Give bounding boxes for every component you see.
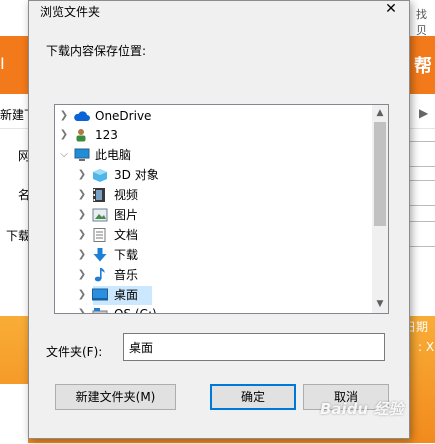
download-path-field-partial[interactable]	[409, 221, 435, 247]
tree-item-music[interactable]: ❯ 音乐	[55, 265, 372, 285]
tree-item-downloads[interactable]: ❯ 下载	[55, 245, 372, 265]
tree-item-pictures[interactable]: ❯ 图片	[55, 205, 372, 225]
url-field-partial[interactable]	[409, 141, 435, 167]
chevron-right-icon[interactable]: ❯	[59, 125, 69, 145]
chevron-right-icon[interactable]: ❯	[77, 245, 87, 265]
tree-item-label: 视频	[114, 188, 139, 202]
tree-item-label: 音乐	[114, 268, 139, 282]
tree-item-user[interactable]: ❯ 123	[55, 125, 372, 145]
banner-help-text[interactable]: 帮	[414, 52, 432, 78]
download-arrow-icon	[92, 248, 108, 262]
footer-blank-area	[0, 384, 28, 444]
tree-item-videos[interactable]: ❯ 视频	[55, 185, 372, 205]
tree-item-label: OS (C:)	[114, 307, 157, 314]
user-icon	[74, 128, 90, 142]
dialog-prompt: 下载内容保存位置:	[46, 44, 147, 58]
new-folder-button[interactable]: 新建文件夹(M)	[55, 384, 176, 410]
chevron-right-icon[interactable]: ❯	[77, 165, 87, 185]
scroll-up-arrow-icon[interactable]: ▲	[372, 105, 388, 121]
tree-item-onedrive[interactable]: ❯ OneDrive	[55, 106, 372, 126]
tree-item-label: 文档	[114, 228, 139, 242]
chevron-right-icon[interactable]: ❯	[77, 205, 87, 225]
chevron-right-icon[interactable]: ❯	[77, 304, 87, 313]
folder-label: 文件夹(F):	[46, 345, 103, 359]
search-text-partial[interactable]: 找贝	[416, 6, 435, 38]
chevron-right-icon[interactable]: ❯	[59, 106, 69, 126]
computer-icon	[74, 148, 90, 162]
tree-item-label: 123	[95, 128, 118, 142]
picture-icon	[92, 208, 108, 222]
tab-more[interactable]: ▶	[419, 106, 428, 120]
ok-button[interactable]: 确定	[210, 384, 296, 410]
folder-input[interactable]	[123, 333, 385, 361]
tree-item-os-drive[interactable]: ❯ OS (C:)	[55, 304, 372, 314]
chevron-right-icon[interactable]: ❯	[77, 265, 87, 285]
cube-icon	[92, 168, 108, 182]
tree-item-label: 此电脑	[95, 148, 132, 162]
tree-scrollbar[interactable]: ▲ ▼	[372, 105, 388, 313]
tree-item-label: 3D 对象	[114, 168, 159, 182]
tree-item-desktop[interactable]: ❯ 桌面	[55, 285, 372, 305]
name-field-partial[interactable]	[409, 180, 435, 206]
banner-left-text: I	[0, 54, 5, 73]
chevron-right-icon[interactable]: ❯	[77, 285, 87, 305]
scroll-down-arrow-icon[interactable]: ▼	[372, 296, 388, 312]
chevron-right-icon[interactable]: ❯	[77, 225, 87, 245]
chevron-right-icon[interactable]: ❯	[77, 185, 87, 205]
close-icon[interactable]: ✕	[381, 1, 401, 19]
baidu-watermark: Baidu 经验	[320, 400, 404, 418]
document-icon	[93, 228, 109, 242]
chevron-down-icon[interactable]: ⌵	[59, 145, 69, 165]
film-icon	[92, 188, 108, 202]
folder-tree[interactable]: ❯ OneDrive ❯ 123 ⌵ 此电脑 ❯ 3D 对象 ❯ 视频 ❯ 图片…	[54, 104, 389, 314]
dialog-title: 浏览文件夹	[40, 5, 101, 19]
tree-item-label: 桌面	[114, 288, 139, 302]
scrollbar-thumb[interactable]	[374, 122, 386, 226]
tree-item-3d-objects[interactable]: ❯ 3D 对象	[55, 165, 372, 185]
tree-item-label: OneDrive	[95, 109, 152, 123]
drive-icon	[92, 307, 108, 313]
footer-x-text: : X	[418, 340, 435, 354]
music-note-icon	[93, 268, 109, 282]
tree-item-label: 图片	[114, 208, 139, 222]
tree-item-label: 下载	[114, 248, 139, 262]
browse-folder-dialog: 浏览文件夹 ✕ 下载内容保存位置: ❯ OneDrive ❯ 123 ⌵ 此电脑	[28, 0, 410, 439]
tree-item-this-pc[interactable]: ⌵ 此电脑	[55, 145, 372, 165]
desktop-icon	[92, 288, 108, 302]
cloud-icon	[73, 109, 90, 123]
tree-item-documents[interactable]: ❯ 文档	[55, 225, 372, 245]
